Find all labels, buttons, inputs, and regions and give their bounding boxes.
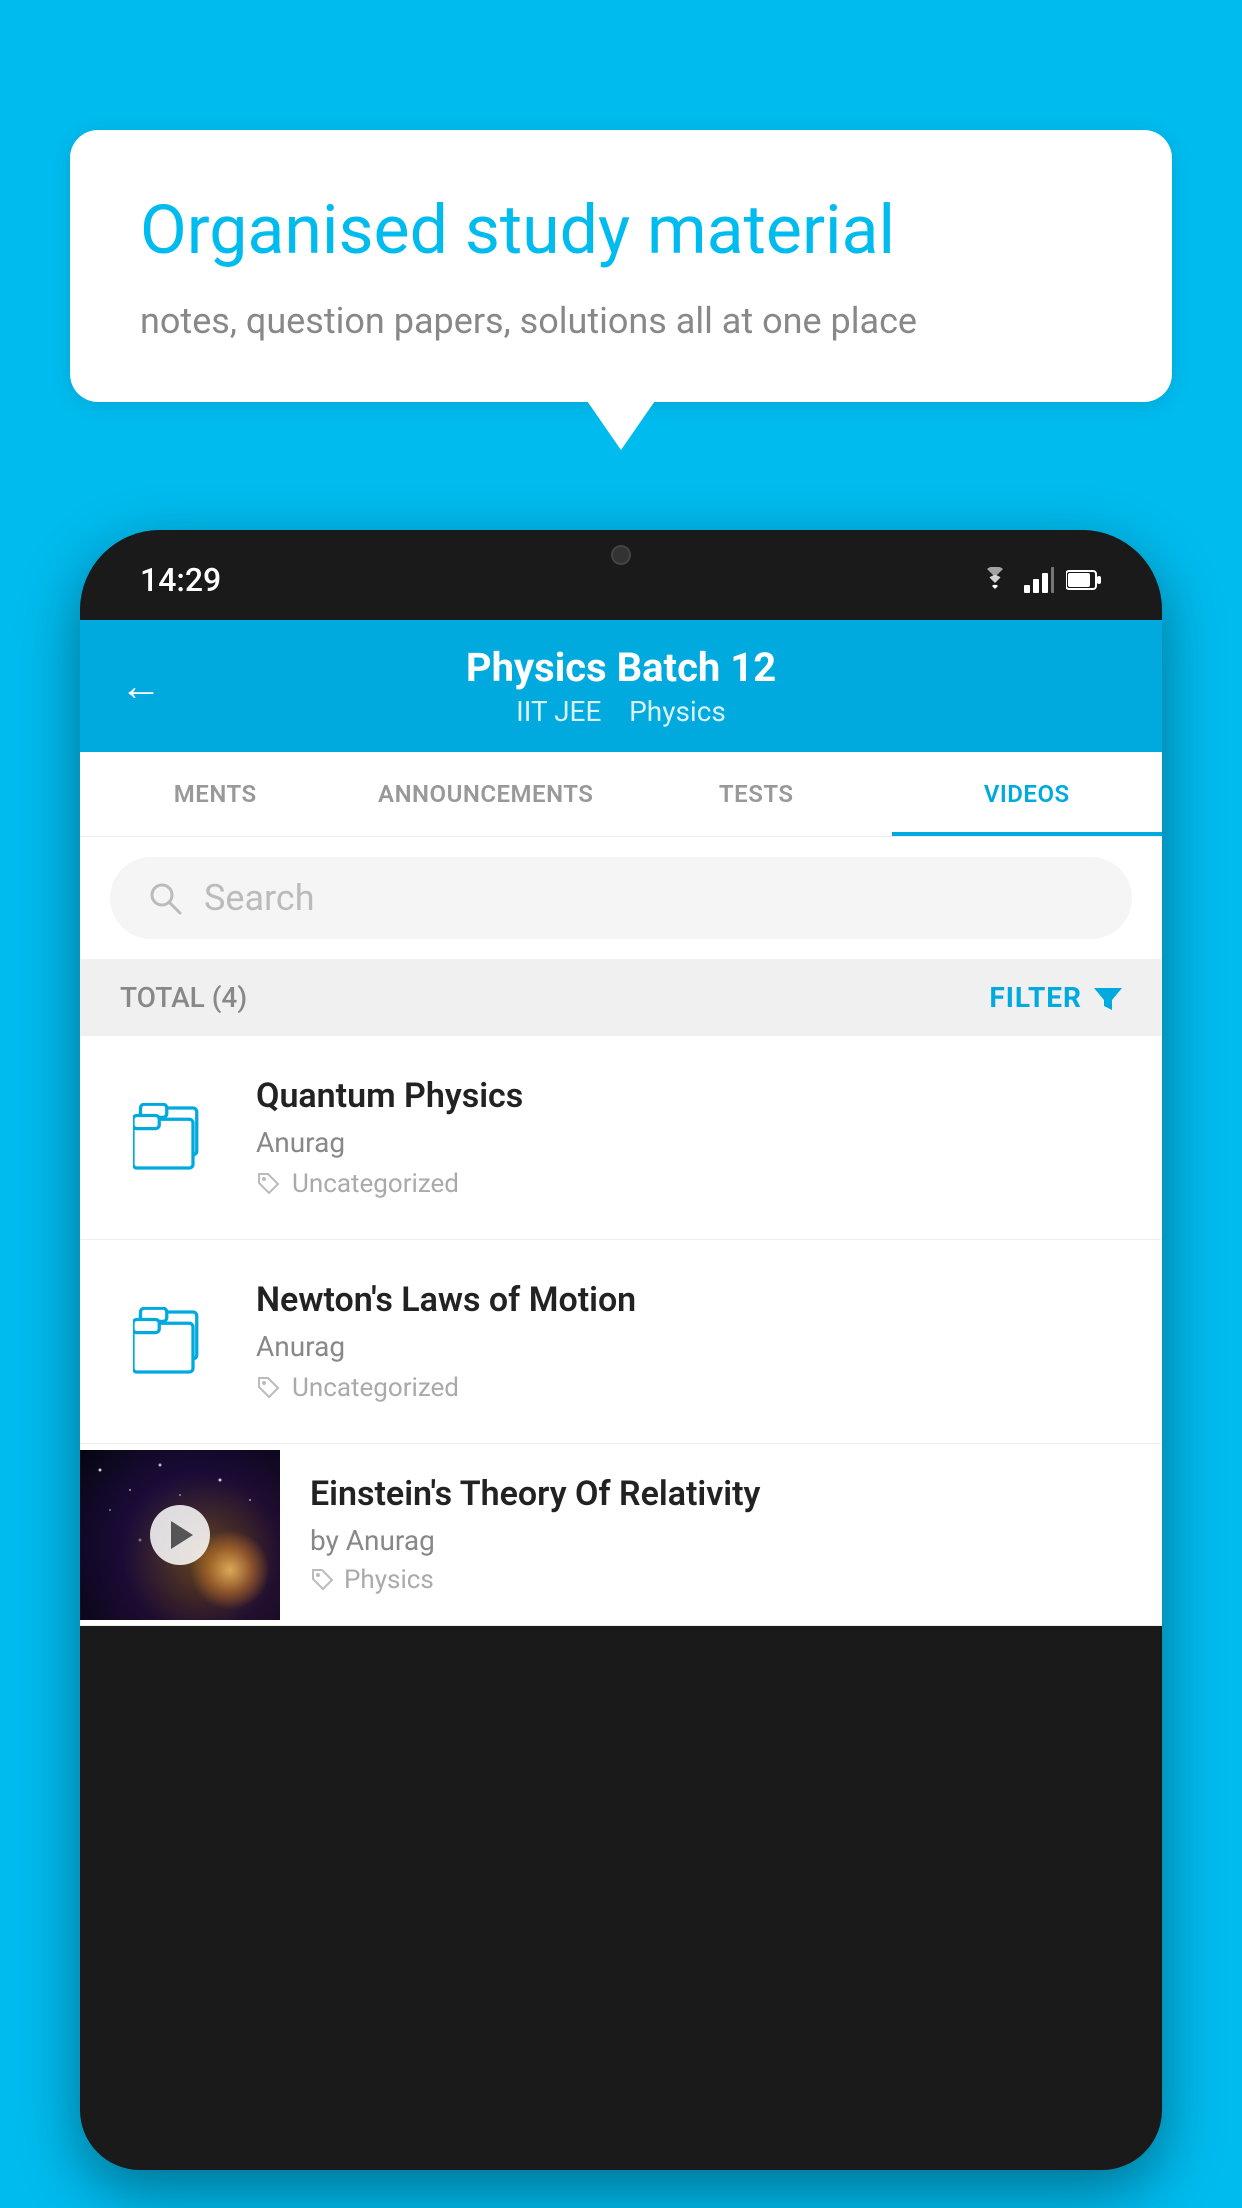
search-placeholder: Search bbox=[204, 877, 315, 919]
search-bar[interactable]: Search bbox=[110, 857, 1132, 939]
tab-announcements[interactable]: ANNOUNCEMENTS bbox=[351, 752, 622, 836]
speech-bubble: Organised study material notes, question… bbox=[70, 130, 1172, 402]
speech-bubble-container: Organised study material notes, question… bbox=[70, 130, 1172, 402]
filter-button[interactable]: FILTER bbox=[989, 981, 1122, 1014]
search-container: Search bbox=[80, 837, 1162, 959]
status-bar: 14:29 bbox=[80, 530, 1162, 620]
play-button[interactable] bbox=[150, 1505, 210, 1565]
tab-bar: MENTS ANNOUNCEMENTS TESTS VIDEOS bbox=[80, 752, 1162, 837]
tag-icon bbox=[256, 1171, 282, 1197]
tag-label: Uncategorized bbox=[292, 1373, 459, 1403]
app-header: ← Physics Batch 12 IIT JEE Physics bbox=[80, 620, 1162, 752]
filter-icon bbox=[1094, 984, 1122, 1012]
total-count: TOTAL (4) bbox=[120, 981, 247, 1014]
clock: 14:29 bbox=[140, 561, 221, 599]
batch-tag1: IIT JEE bbox=[516, 695, 601, 728]
play-triangle-icon bbox=[171, 1521, 193, 1549]
tag-label: Physics bbox=[344, 1565, 434, 1595]
item-info: Quantum Physics Anurag Uncategorized bbox=[256, 1076, 1122, 1199]
batch-subtitle: IIT JEE Physics bbox=[192, 695, 1050, 728]
tag-label: Uncategorized bbox=[292, 1169, 459, 1199]
item-tag: Physics bbox=[310, 1565, 1132, 1595]
item-info: Einstein's Theory Of Relativity by Anura… bbox=[280, 1444, 1162, 1625]
item-title: Einstein's Theory Of Relativity bbox=[310, 1474, 1132, 1514]
phone-wrapper: 14:29 bbox=[80, 530, 1162, 2208]
camera-dot bbox=[611, 545, 631, 565]
filter-bar: TOTAL (4) FILTER bbox=[80, 959, 1162, 1036]
filter-label: FILTER bbox=[989, 981, 1082, 1014]
signal-icon bbox=[1024, 567, 1054, 593]
search-icon bbox=[146, 879, 184, 917]
batch-tag2: Physics bbox=[629, 695, 726, 728]
tag-icon bbox=[310, 1567, 336, 1593]
item-author: Anurag bbox=[256, 1330, 1122, 1363]
phone-notch bbox=[551, 530, 691, 580]
tag-icon bbox=[256, 1375, 282, 1401]
thumbnail bbox=[80, 1450, 280, 1620]
item-tag: Uncategorized bbox=[256, 1373, 1122, 1403]
tab-videos[interactable]: VIDEOS bbox=[892, 752, 1163, 836]
list-item[interactable]: Quantum Physics Anurag Uncategorized bbox=[80, 1036, 1162, 1240]
item-icon-wrapper bbox=[120, 1307, 220, 1377]
item-author: Anurag bbox=[256, 1126, 1122, 1159]
content-list: Quantum Physics Anurag Uncategorized bbox=[80, 1036, 1162, 1626]
folder-icon bbox=[133, 1103, 208, 1173]
item-title: Newton's Laws of Motion bbox=[256, 1280, 1122, 1320]
tab-ments[interactable]: MENTS bbox=[80, 752, 351, 836]
speech-bubble-title: Organised study material bbox=[140, 190, 1102, 272]
battery-icon bbox=[1066, 569, 1102, 591]
item-icon-wrapper bbox=[120, 1103, 220, 1173]
speech-bubble-subtitle: notes, question papers, solutions all at… bbox=[140, 300, 1102, 342]
status-icons bbox=[978, 567, 1102, 593]
item-author: by Anurag bbox=[310, 1524, 1132, 1557]
item-title: Quantum Physics bbox=[256, 1076, 1122, 1116]
back-button[interactable]: ← bbox=[120, 662, 162, 711]
list-item[interactable]: Einstein's Theory Of Relativity by Anura… bbox=[80, 1444, 1162, 1626]
list-item[interactable]: Newton's Laws of Motion Anurag Uncategor… bbox=[80, 1240, 1162, 1444]
wifi-icon bbox=[978, 567, 1012, 593]
item-tag: Uncategorized bbox=[256, 1169, 1122, 1199]
item-info: Newton's Laws of Motion Anurag Uncategor… bbox=[256, 1280, 1122, 1403]
batch-title: Physics Batch 12 bbox=[192, 644, 1050, 691]
phone-frame: 14:29 bbox=[80, 530, 1162, 2170]
folder-icon bbox=[133, 1307, 208, 1377]
header-title-group: Physics Batch 12 IIT JEE Physics bbox=[192, 644, 1050, 728]
tab-tests[interactable]: TESTS bbox=[621, 752, 892, 836]
